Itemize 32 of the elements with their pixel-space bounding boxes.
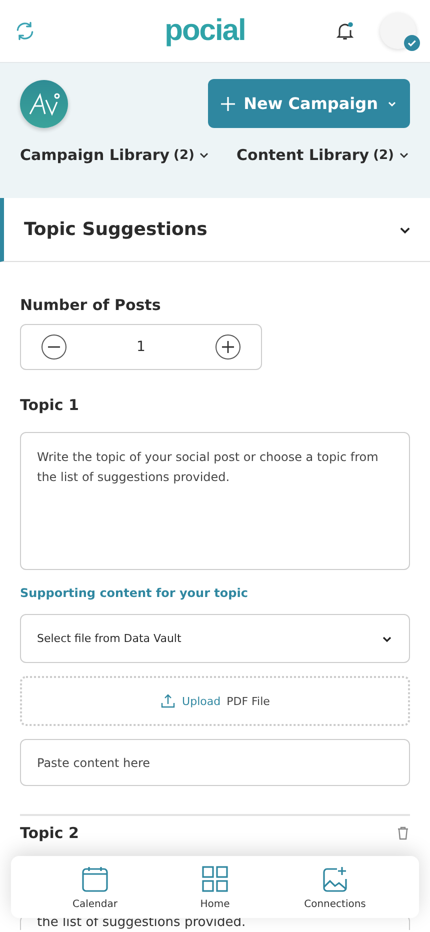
field-label: Number of Posts [20,296,162,314]
post-count: 1 [136,339,146,355]
upload-icon [160,693,176,709]
plus-icon [220,96,236,112]
ai-logo[interactable] [20,80,68,128]
post-count-stepper[interactable]: 1 [20,324,262,370]
image-add-icon [321,864,349,892]
nav-item[interactable]: Connections [295,856,375,918]
new-campaign-button[interactable]: New Campaign [208,79,410,128]
library-dropdown[interactable]: Content Library (2) [236,146,410,164]
section-header[interactable]: Topic Suggestions [0,198,430,262]
upload-text: PDF File [226,694,270,708]
minus-icon[interactable] [41,334,67,360]
upload-dropzone[interactable]: Upload PDF File [20,676,410,726]
app-logo: pocial [164,14,246,48]
grid-icon [201,864,229,892]
data-vault-select[interactable]: Select file from Data Vault [20,614,410,663]
topic-title: Topic 2 [20,824,79,842]
nav-item[interactable]: Calendar [55,856,135,918]
topic-title: Topic 1 [20,396,80,414]
supporting-label: Supporting content for your topic [20,586,249,600]
topic-input[interactable]: Write the topic of your social post or choose a topic from the list of suggestions provided. [20,432,410,570]
bell-icon[interactable] [334,20,356,42]
upload-link[interactable]: Upload [182,694,221,708]
paste-content-field[interactable]: Paste content here [20,739,410,786]
nav-item[interactable]: Home [175,856,255,918]
library-dropdown[interactable]: Campaign Library (2) [20,146,210,164]
refresh-icon[interactable] [14,20,36,42]
verified-badge-icon [404,35,420,51]
calendar-icon [81,864,109,892]
plus-icon[interactable] [214,334,241,360]
trash-icon[interactable] [396,826,410,840]
